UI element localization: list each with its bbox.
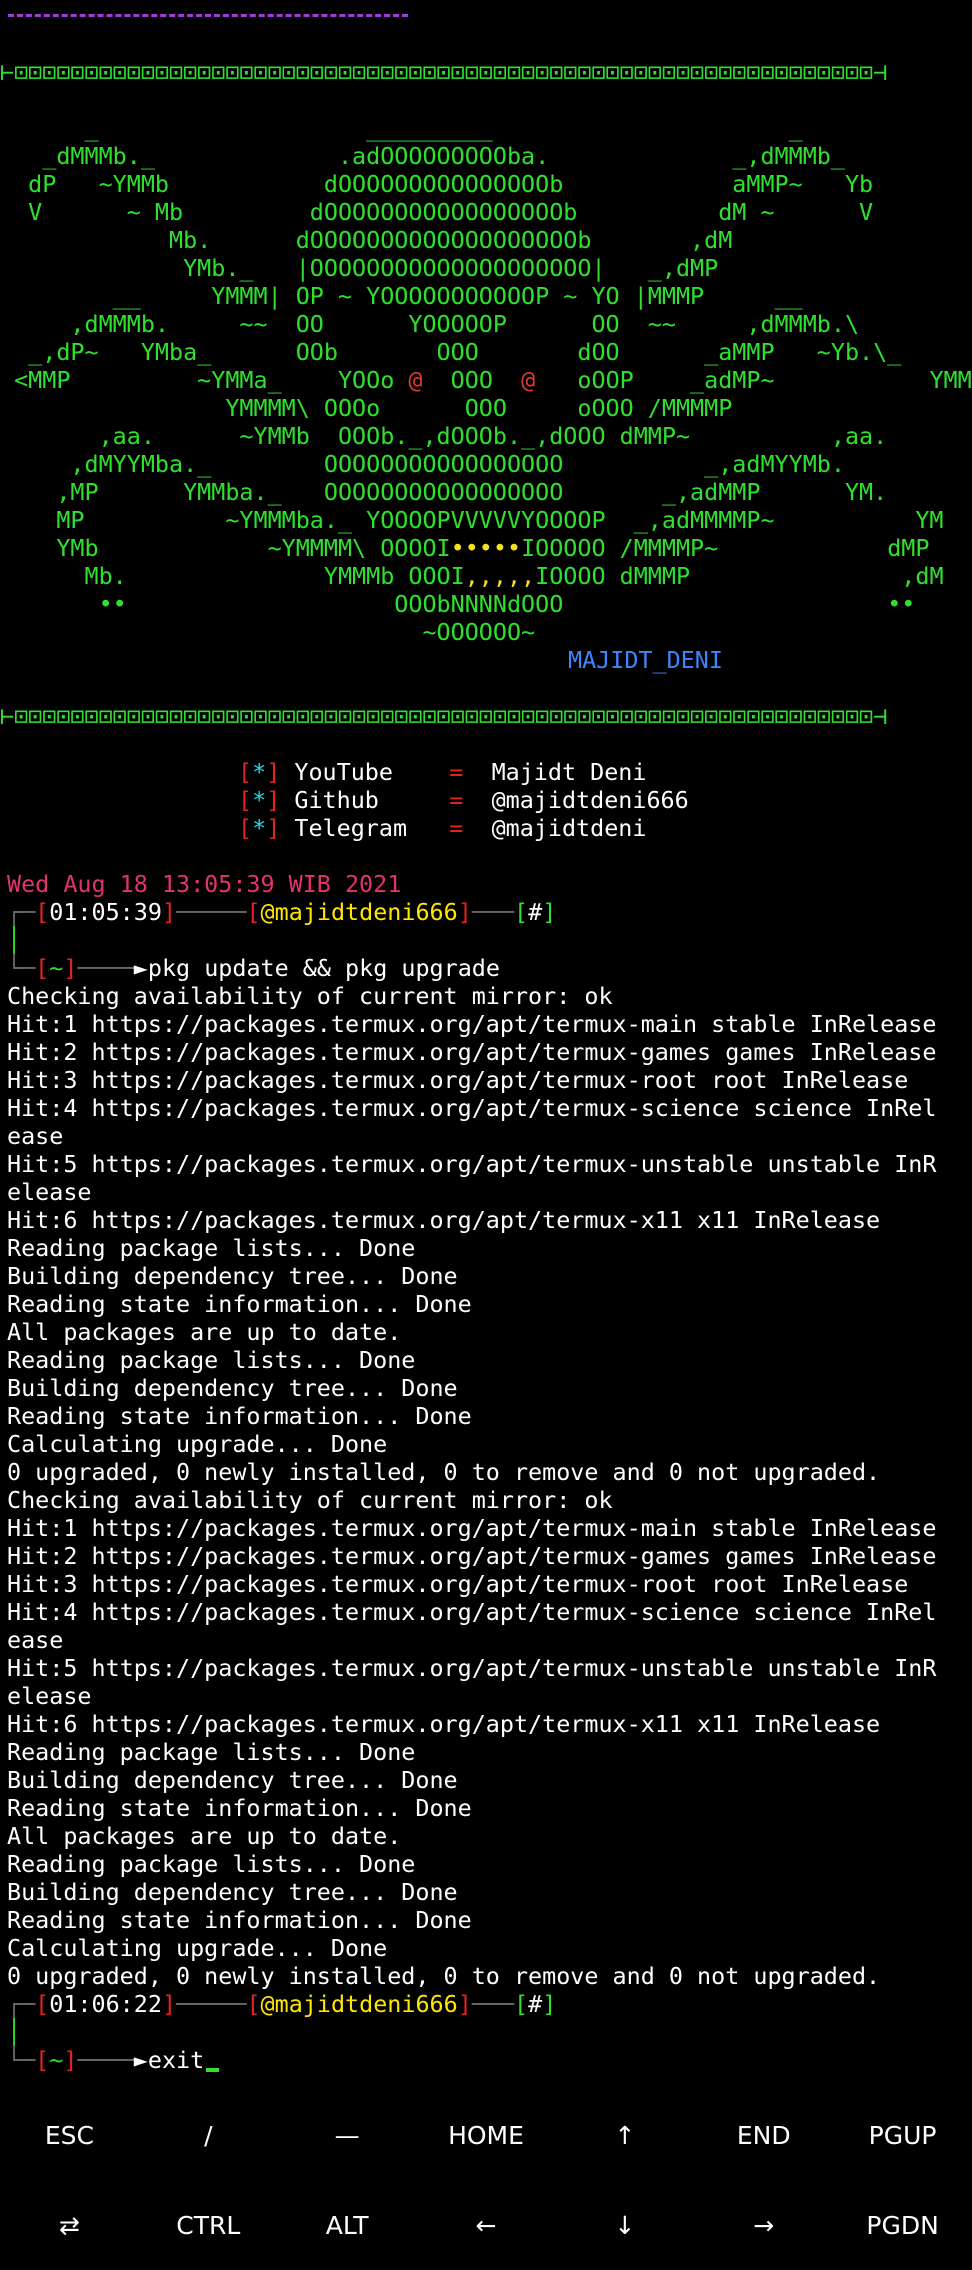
- output-line: Reading state information... Done: [7, 1794, 472, 1822]
- output-line: Hit:6 https://packages.termux.org/apt/te…: [7, 1206, 881, 1234]
- banner-line: __ YMMM| OP ~ YOOOOOOOOOOOP ~ YO |MMMP _…: [0, 282, 803, 310]
- prompt-command-line: └─[~]────►pkg update && pkg upgrade: [7, 954, 500, 982]
- output-line: Reading package lists... Done: [7, 1346, 416, 1374]
- key-pgdn[interactable]: PGDN: [833, 2180, 972, 2270]
- output-line: Calculating upgrade... Done: [7, 1934, 388, 1962]
- command-text: exit: [147, 2046, 205, 2074]
- output-line: Reading state information... Done: [7, 1290, 472, 1318]
- date-line: Wed Aug 18 13:05:39 WIB 2021: [7, 870, 402, 898]
- banner-line-teeth: YMb ~YMMMM\ OOOOI•••••IOOOOO /MMMMP~ dMP: [0, 534, 930, 562]
- skull-eye-right: @: [521, 366, 536, 394]
- output-line: Hit:1 https://packages.termux.org/apt/te…: [7, 1514, 937, 1542]
- banner-line: YMb._ |OOOOOOOOOOOOOOOOOOOO| _,dMP: [0, 254, 719, 282]
- key-end[interactable]: END: [694, 2090, 833, 2180]
- key-right-arrow-icon[interactable]: →: [694, 2180, 833, 2270]
- banner-line: ,dMMMb. ~~ OO YOOOOOP OO ~~ ,dMMMb.\: [0, 310, 860, 338]
- output-line: Hit:2 https://packages.termux.org/apt/te…: [7, 1542, 937, 1570]
- output-line: Hit:3 https://packages.termux.org/apt/te…: [7, 1066, 909, 1094]
- output-line: Hit:4 https://packages.termux.org/apt/te…: [7, 1094, 937, 1122]
- output-line: Building dependency tree... Done: [7, 1262, 458, 1290]
- contact-github: [*] Github = @majidtdeni666: [238, 786, 689, 814]
- output-line: All packages are up to date.: [7, 1822, 402, 1850]
- output-line: All packages are up to date.: [7, 1318, 402, 1346]
- output-line: elease: [7, 1682, 92, 1710]
- key-esc[interactable]: ESC: [0, 2090, 139, 2180]
- prompt-pipe: │: [7, 2018, 22, 2046]
- dashed-divider: [8, 14, 408, 17]
- banner-border-bottom: ⊢⊡⊡⊡⊡⊡⊡⊡⊡⊡⊡⊡⊡⊡⊡⊡⊡⊡⊡⊡⊡⊡⊡⊡⊡⊡⊡⊡⊡⊡⊡⊡⊡⊡⊡⊡⊡⊡⊡⊡…: [0, 702, 888, 730]
- prompt-input-line[interactable]: └─[~]────►exit: [7, 2046, 220, 2074]
- output-line: Reading state information... Done: [7, 1906, 472, 1934]
- prompt-header: ┌─[01:06:22]─────[@majidtdeni666]───[#]: [7, 1990, 557, 2018]
- banner-line: YMMMM\ OOOo OOO oOOO /MMMMP: [0, 394, 733, 422]
- banner-border-top: ⊢⊡⊡⊡⊡⊡⊡⊡⊡⊡⊡⊡⊡⊡⊡⊡⊡⊡⊡⊡⊡⊡⊡⊡⊡⊡⊡⊡⊡⊡⊡⊡⊡⊡⊡⊡⊡⊡⊡⊡…: [0, 58, 888, 86]
- banner-line: ,MP YMMba._ OOOOOOOOOOOOOOOOO _,adMMP YM…: [0, 478, 888, 506]
- output-line: 0 upgraded, 0 newly installed, 0 to remo…: [7, 1962, 881, 1990]
- banner-line-jaw: Mb. YMMMb OOOI,,,,,IOOOO dMMMP ,dM: [0, 562, 944, 590]
- key-ctrl[interactable]: CTRL: [139, 2180, 278, 2270]
- output-line: ease: [7, 1626, 64, 1654]
- extra-keys-row-1: ESC / — HOME ↑ END PGUP: [0, 2090, 972, 2180]
- skull-eye-left: @: [408, 366, 423, 394]
- banner-line: •• OOObNNNNdOOO ••: [0, 590, 916, 618]
- text-cursor: [206, 2068, 220, 2072]
- prompt-header: ┌─[01:05:39]─────[@majidtdeni666]───[#]: [7, 898, 557, 926]
- output-line: Calculating upgrade... Done: [7, 1430, 388, 1458]
- banner-line: _,dP~ YMba_ OOb OOO dOO _aMMP ~Yb.\_: [0, 338, 902, 366]
- banner-line: ,dMYYMba._ OOOOOOOOOOOOOOOOO _,adMYYMb.: [0, 450, 845, 478]
- skull-teeth: •••••: [450, 534, 522, 562]
- key-pgup[interactable]: PGUP: [833, 2090, 972, 2180]
- banner-line: MP ~YMMMba._ YOOOOPVVVVVYOOOOP _,adMMMMP…: [0, 506, 944, 534]
- banner-line: _dMMMb._ .adOOOOOOOOOba. _,dMMMb_: [0, 142, 845, 170]
- output-line: Building dependency tree... Done: [7, 1374, 458, 1402]
- key-left-arrow-icon[interactable]: ←: [417, 2180, 556, 2270]
- banner-line: _ _________ _: [0, 114, 803, 142]
- output-line: Hit:3 https://packages.termux.org/apt/te…: [7, 1570, 909, 1598]
- contact-youtube: [*] YouTube = Majidt Deni: [238, 758, 647, 786]
- banner-line: ~OOOOOO~: [0, 618, 536, 646]
- contact-telegram: [*] Telegram = @majidtdeni: [238, 814, 647, 842]
- output-line: Hit:4 https://packages.termux.org/apt/te…: [7, 1598, 937, 1626]
- output-line: Hit:6 https://packages.termux.org/apt/te…: [7, 1710, 881, 1738]
- banner-line: V ~ Mb dOOOOOOOOOOOOOOOOOb dM ~ V: [0, 198, 874, 226]
- output-line: Checking availability of current mirror:…: [7, 1486, 613, 1514]
- output-line: Reading package lists... Done: [7, 1850, 416, 1878]
- prompt-pipe: │: [7, 926, 22, 954]
- banner-line: ,aa. ~YMMb OOOb._,dOOOb._,dOOO dMMP~ ,aa…: [0, 422, 888, 450]
- banner-line: Mb. dOOOOOOOOOOOOOOOOOOOb ,dM: [0, 226, 733, 254]
- output-line: Reading package lists... Done: [7, 1738, 416, 1766]
- banner-line: dP ~YMMb dOOOOOOOOOOOOOOOb aMMP~ Yb: [0, 170, 874, 198]
- output-line: Hit:2 https://packages.termux.org/apt/te…: [7, 1038, 937, 1066]
- banner-line-eyes: <MMP ~YMMa_ YOOo @ OOO @ oOOP _adMP~ YMM…: [0, 366, 972, 394]
- extra-keys-bar: ESC / — HOME ↑ END PGUP ⇄ CTRL ALT ← ↓ →…: [0, 2090, 972, 2270]
- output-line: Reading state information... Done: [7, 1402, 472, 1430]
- key-up-arrow-icon[interactable]: ↑: [555, 2090, 694, 2180]
- output-line: Building dependency tree... Done: [7, 1766, 458, 1794]
- output-line: Reading package lists... Done: [7, 1234, 416, 1262]
- key-tab-icon[interactable]: ⇄: [0, 2180, 139, 2270]
- terminal-output: ⊢⊡⊡⊡⊡⊡⊡⊡⊡⊡⊡⊡⊡⊡⊡⊡⊡⊡⊡⊡⊡⊡⊡⊡⊡⊡⊡⊡⊡⊡⊡⊡⊡⊡⊡⊡⊡⊡⊡⊡…: [0, 0, 972, 2090]
- key-dash[interactable]: —: [278, 2090, 417, 2180]
- output-line: Building dependency tree... Done: [7, 1878, 458, 1906]
- key-down-arrow-icon[interactable]: ↓: [555, 2180, 694, 2270]
- output-line: Hit:5 https://packages.termux.org/apt/te…: [7, 1150, 937, 1178]
- output-line: ease: [7, 1122, 64, 1150]
- key-home[interactable]: HOME: [417, 2090, 556, 2180]
- command-text: pkg update && pkg upgrade: [147, 954, 500, 982]
- key-alt[interactable]: ALT: [278, 2180, 417, 2270]
- skull-jaw: ,,,,,: [464, 562, 536, 590]
- output-line: elease: [7, 1178, 92, 1206]
- output-line: 0 upgraded, 0 newly installed, 0 to remo…: [7, 1458, 881, 1486]
- output-line: Hit:5 https://packages.termux.org/apt/te…: [7, 1654, 937, 1682]
- key-slash[interactable]: /: [139, 2090, 278, 2180]
- extra-keys-row-2: ⇄ CTRL ALT ← ↓ → PGDN: [0, 2180, 972, 2270]
- output-line: Hit:1 https://packages.termux.org/apt/te…: [7, 1010, 937, 1038]
- output-line: Checking availability of current mirror:…: [7, 982, 613, 1010]
- banner-author: MAJIDT_DENI: [568, 646, 723, 674]
